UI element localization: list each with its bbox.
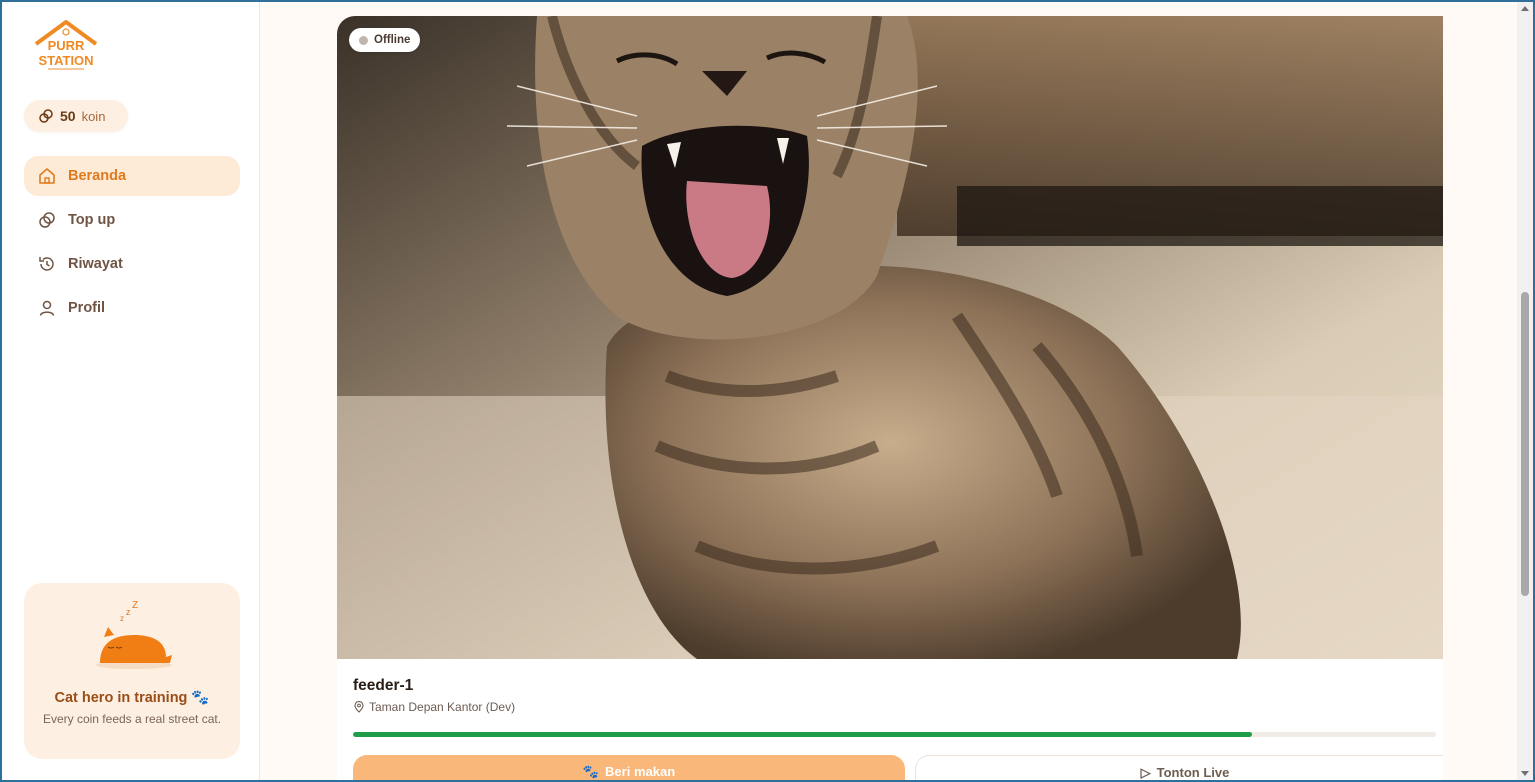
sidebar-item-label: Riwayat xyxy=(68,256,123,272)
sidebar-item-top-up[interactable]: Top up xyxy=(24,200,240,240)
scroll-up-icon[interactable] xyxy=(1521,6,1529,11)
feeder-location: Taman Depan Kantor (Dev) xyxy=(353,700,515,714)
watch-live-button[interactable]: ▷ Tonton Live xyxy=(915,755,1443,780)
status-dot-icon xyxy=(359,35,368,45)
promo-card: z z Z Cat hero in training 🐾 Every coin … xyxy=(24,583,240,759)
feeder-name: feeder-1 xyxy=(353,677,414,694)
cat-photo xyxy=(337,16,1443,659)
feeder-card: Offline feeder-1 Taman Depan Kantor (Dev… xyxy=(337,16,1443,780)
coin-balance[interactable]: 50 koin xyxy=(24,100,128,132)
sleeping-cat-icon: z z Z xyxy=(96,600,172,669)
promo-description: Every coin feeds a real street cat. xyxy=(42,712,222,726)
promo-title: Cat hero in training 🐾 xyxy=(54,690,210,706)
sidebar-item-profil[interactable]: Profil xyxy=(24,288,240,328)
feed-button[interactable]: 🐾 Beri makan xyxy=(353,755,905,780)
coins-icon xyxy=(39,212,55,228)
sidebar-item-riwayat[interactable]: Riwayat xyxy=(24,244,240,284)
svg-text:z: z xyxy=(120,614,124,623)
coins-icon xyxy=(39,109,53,123)
status-badge: Offline xyxy=(349,28,421,52)
user-icon xyxy=(39,300,55,316)
location-label: Taman Depan Kantor (Dev) xyxy=(369,700,516,714)
play-icon: ▷ xyxy=(1140,765,1151,780)
main-content: Offline feeder-1 Taman Depan Kantor (Dev… xyxy=(261,2,1517,780)
status-label: Offline xyxy=(374,34,411,46)
food-level-fill xyxy=(353,732,1252,737)
coin-amount: 50 xyxy=(60,108,76,124)
scrollbar-thumb[interactable] xyxy=(1521,292,1529,596)
page-scrollbar[interactable] xyxy=(1517,2,1533,780)
sidebar-item-label: Profil xyxy=(68,300,106,316)
map-pin-icon xyxy=(354,701,364,713)
coin-unit: koin xyxy=(81,108,106,124)
feed-button-label: Beri makan xyxy=(605,764,676,779)
app-window: PURR STATION 50 koin Beranda Top up Riwa… xyxy=(2,2,1533,780)
home-icon xyxy=(39,168,55,184)
sidebar: PURR STATION 50 koin Beranda Top up Riwa… xyxy=(2,2,260,780)
history-icon xyxy=(39,257,54,271)
purr-station-logo[interactable]: PURR STATION xyxy=(30,18,102,74)
sidebar-item-label: Beranda xyxy=(68,168,127,184)
paw-icon: 🐾 xyxy=(582,764,600,779)
watch-live-label: Tonton Live xyxy=(1156,765,1230,780)
svg-text:PURR: PURR xyxy=(48,38,85,53)
food-level-bar xyxy=(353,732,1436,737)
svg-text:STATION: STATION xyxy=(38,53,93,68)
svg-text:Z: Z xyxy=(132,600,138,611)
sidebar-item-label: Top up xyxy=(68,212,116,228)
scroll-down-icon[interactable] xyxy=(1521,771,1529,776)
sidebar-item-beranda[interactable]: Beranda xyxy=(24,156,240,196)
svg-text:z: z xyxy=(126,607,131,617)
sidebar-nav: Beranda Top up Riwayat Profil xyxy=(24,156,240,332)
